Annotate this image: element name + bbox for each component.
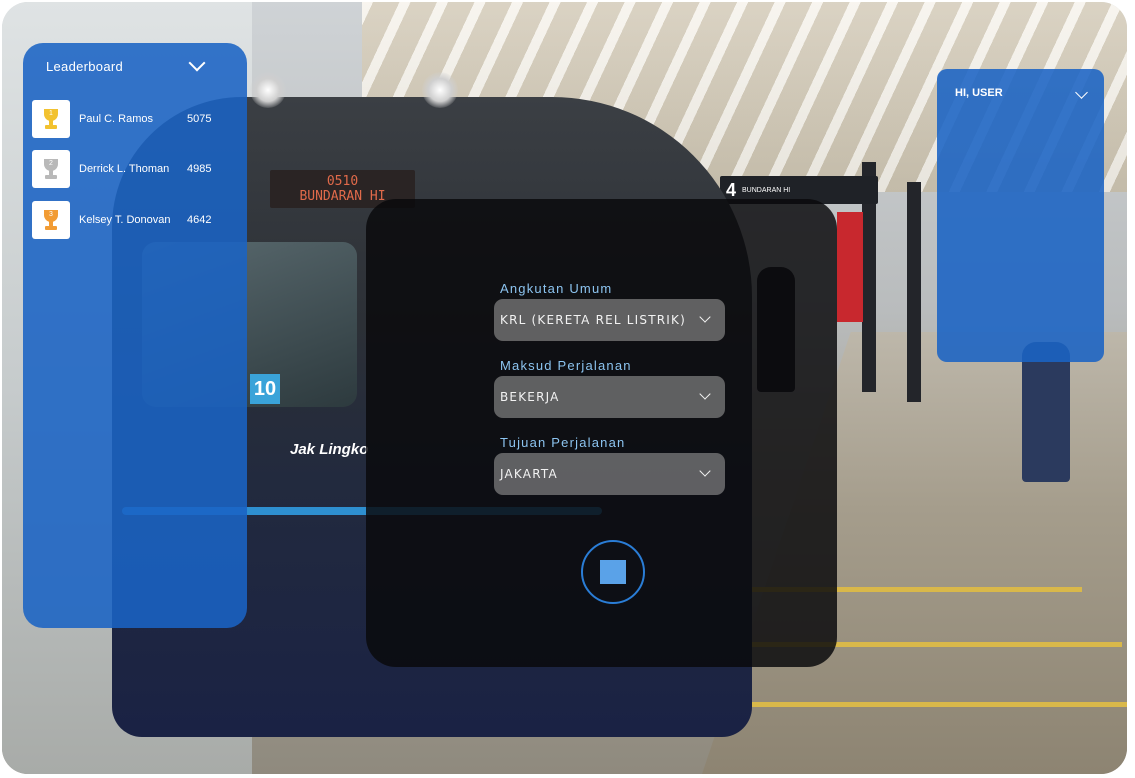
stop-icon — [600, 560, 626, 584]
destination-label: Tujuan Perjalanan — [500, 435, 626, 450]
train-number: 10 — [250, 374, 280, 404]
player-score: 4642 — [187, 214, 212, 226]
leaderboard-row: 2 Derrick L. Thoman 4985 — [32, 149, 232, 189]
player-score: 5075 — [187, 113, 212, 125]
transport-label: Angkutan Umum — [500, 281, 613, 296]
train-headlight — [422, 72, 458, 108]
player-score: 4985 — [187, 163, 212, 175]
chevron-down-icon — [699, 388, 711, 400]
destination-select[interactable]: JAKARTA — [494, 453, 725, 495]
purpose-value: BEKERJA — [500, 390, 560, 404]
destination-value: JAKARTA — [500, 467, 558, 481]
trip-form-panel: Angkutan Umum KRL (KERETA REL LISTRIK) M… — [366, 199, 837, 667]
user-panel: HI, USER — [937, 69, 1104, 362]
rank-number: 1 — [49, 110, 53, 117]
chevron-down-icon[interactable] — [1075, 86, 1088, 99]
platform-sign-text: BUNDARAN HI — [742, 186, 791, 194]
stop-button[interactable] — [581, 540, 645, 604]
user-greeting: HI, USER — [955, 87, 1003, 99]
leaderboard-panel: Leaderboard 1 Paul C. Ramos 5075 2 Derri… — [23, 43, 247, 628]
bronze-trophy-icon: 3 — [40, 208, 62, 232]
player-name: Kelsey T. Donovan — [79, 214, 171, 226]
train-display-line2: BUNDARAN HI — [299, 189, 386, 204]
train-display-line1: 0510 — [326, 174, 359, 189]
train-headlight — [250, 72, 286, 108]
transport-value: KRL (KERETA REL LISTRIK) — [500, 313, 687, 327]
silver-trophy-icon: 2 — [40, 157, 62, 181]
gold-trophy-icon: 1 — [40, 107, 62, 131]
red-panel — [837, 212, 863, 322]
trophy-badge: 3 — [32, 201, 70, 239]
leaderboard-row: 1 Paul C. Ramos 5075 — [32, 99, 232, 139]
transport-select[interactable]: KRL (KERETA REL LISTRIK) — [494, 299, 725, 341]
jaklingko-logo: Jak Lingko — [290, 441, 369, 458]
chevron-down-icon[interactable] — [188, 54, 206, 72]
trophy-badge: 2 — [32, 150, 70, 188]
purpose-label: Maksud Perjalanan — [500, 358, 632, 373]
rank-number: 3 — [49, 211, 53, 218]
standing-person — [1022, 342, 1070, 482]
purpose-select[interactable]: BEKERJA — [494, 376, 725, 418]
platform-pillar — [907, 182, 921, 402]
platform-sign-number: 4 — [726, 179, 737, 200]
player-name: Derrick L. Thoman — [79, 163, 170, 175]
rank-number: 2 — [49, 160, 53, 167]
chevron-down-icon — [699, 465, 711, 477]
leaderboard-title: Leaderboard — [46, 59, 124, 74]
platform-stripe — [742, 702, 1127, 707]
chevron-down-icon — [699, 311, 711, 323]
leaderboard-row: 3 Kelsey T. Donovan 4642 — [32, 200, 232, 240]
player-name: Paul C. Ramos — [79, 113, 153, 125]
trophy-badge: 1 — [32, 100, 70, 138]
